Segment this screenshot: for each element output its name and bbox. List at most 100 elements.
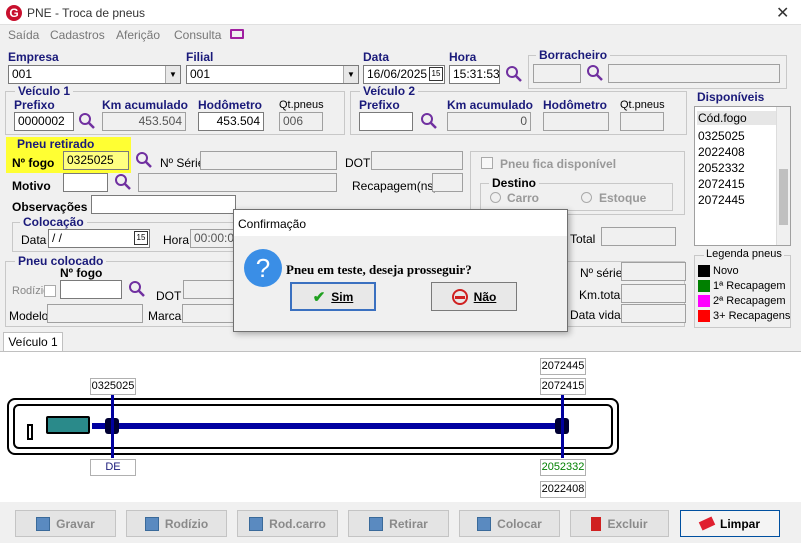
- v1-km-label: Km acumulado: [102, 98, 189, 112]
- v1-prefixo-field[interactable]: 0000002: [14, 112, 74, 131]
- hora-label: Hora: [449, 50, 477, 64]
- search-icon[interactable]: [505, 65, 523, 83]
- estoque-radio[interactable]: [581, 192, 592, 203]
- colocacao-hora-label: Hora: [163, 233, 190, 247]
- menu-saida[interactable]: Saída: [8, 28, 39, 42]
- veiculo2-title: Veículo 2: [360, 84, 419, 98]
- excluir-button[interactable]: Excluir: [570, 510, 669, 537]
- hora-field[interactable]: 15:31:53: [449, 65, 500, 84]
- legend-label: 2ª Recapagem: [713, 295, 786, 307]
- hora-value: 15:31:53: [453, 67, 500, 81]
- calendar-icon[interactable]: 15: [429, 67, 443, 81]
- search-icon[interactable]: [135, 151, 153, 169]
- v2-prefixo-field[interactable]: [359, 112, 413, 131]
- chevron-down-icon: ▼: [343, 66, 358, 83]
- list-item[interactable]: 2072445: [698, 193, 745, 207]
- save-icon: [249, 516, 264, 531]
- motivo-field[interactable]: [63, 173, 108, 192]
- search-icon[interactable]: [78, 112, 96, 130]
- empresa-select[interactable]: 001 ▼: [8, 65, 181, 84]
- legend-label: Novo: [713, 265, 739, 277]
- tire-position-label[interactable]: DE: [90, 459, 136, 476]
- marca-field: [182, 304, 235, 323]
- scrollbar-thumb[interactable]: [779, 169, 788, 225]
- legend-label: 1ª Recapagem: [713, 280, 786, 292]
- monitor-icon[interactable]: [230, 29, 244, 39]
- list-item[interactable]: 2072415: [698, 177, 745, 191]
- save-icon: [144, 516, 159, 531]
- dialog-message: Pneu em teste, deseja prosseguir?: [286, 262, 472, 277]
- rodizio-button[interactable]: Rodízio: [126, 510, 227, 537]
- tab-veiculo1[interactable]: Veículo 1: [3, 332, 63, 352]
- rodcarro-button[interactable]: Rod.carro: [237, 510, 338, 537]
- observacoes-field[interactable]: [91, 195, 236, 214]
- v1-km-field: 453.504: [102, 112, 186, 131]
- legend-swatch-3recap: [698, 310, 710, 322]
- tire-position-label[interactable]: 2022408: [540, 481, 586, 498]
- list-item[interactable]: 0325025: [698, 129, 745, 143]
- list-item[interactable]: 2022408: [698, 145, 745, 159]
- legend-swatch-2recap: [698, 295, 710, 307]
- menu-consulta[interactable]: Consulta: [174, 28, 221, 42]
- calendar-icon[interactable]: 15: [134, 231, 148, 245]
- v1-hodometro-label: Hodômetro: [198, 98, 262, 112]
- list-scrollbar[interactable]: [776, 107, 790, 245]
- menu-afericao[interactable]: Aferição: [116, 28, 160, 42]
- v1-km-value: 453.504: [138, 114, 182, 128]
- title-bar: G PNE - Troca de pneus ✕: [0, 0, 801, 25]
- tire-position-label[interactable]: 2072445: [540, 358, 586, 375]
- destino-title: Destino: [489, 176, 540, 190]
- nfogo-field[interactable]: 0325025: [63, 151, 129, 170]
- borracheiro-code-field[interactable]: [533, 64, 581, 83]
- modelo-field: [47, 304, 143, 323]
- v2-km-label: Km acumulado: [447, 98, 534, 112]
- search-icon[interactable]: [114, 173, 132, 191]
- sim-button[interactable]: ✔ Sim: [290, 282, 376, 311]
- search-icon[interactable]: [128, 280, 146, 298]
- rodizio-label: Rodízio: [164, 516, 209, 531]
- borracheiro-name-field[interactable]: [608, 64, 780, 83]
- list-item[interactable]: 2052332: [698, 161, 745, 175]
- pc-nfogo-field[interactable]: [60, 280, 122, 299]
- disponiveis-title: Disponíveis: [697, 90, 765, 104]
- search-icon[interactable]: [586, 64, 604, 82]
- v1-prefixo-label: Prefixo: [14, 98, 55, 112]
- kmtotal-label: Km.total: [579, 288, 624, 302]
- veiculo1-title: Veículo 1: [15, 84, 74, 98]
- pc-nserie-field: [621, 262, 686, 281]
- menu-cadastros[interactable]: Cadastros: [50, 28, 105, 42]
- carro-radio[interactable]: [490, 192, 501, 203]
- window-title: PNE - Troca de pneus: [27, 6, 146, 20]
- tire-position-label[interactable]: 2052332: [540, 459, 586, 476]
- gravar-button[interactable]: Gravar: [15, 510, 116, 537]
- v1-hodometro-field[interactable]: 453.504: [198, 112, 264, 131]
- nao-button[interactable]: Não: [431, 282, 517, 311]
- data-field[interactable]: 16/06/2025 15: [363, 65, 445, 84]
- nserie-label: Nº Série: [160, 156, 205, 170]
- total-field: [601, 227, 676, 246]
- rodizio-checkbox[interactable]: [44, 285, 56, 297]
- disponiveis-list[interactable]: Cód.fogo 0325025 2022408 2052332 2072415…: [694, 106, 791, 246]
- pneu-disponivel-label: Pneu fica disponível: [500, 157, 617, 171]
- tire-position-label[interactable]: 2072415: [540, 378, 586, 395]
- check-icon: ✔: [312, 288, 326, 306]
- tire-position-label[interactable]: 0325025: [90, 378, 136, 395]
- app-logo-icon: G: [6, 5, 22, 21]
- retirar-button[interactable]: Retirar: [348, 510, 449, 537]
- v1-qtpneus-label: Qt.pneus: [279, 99, 324, 111]
- v2-hodometro-field: [543, 112, 609, 131]
- limpar-button[interactable]: Limpar: [680, 510, 780, 537]
- pneu-disponivel-checkbox[interactable]: [481, 157, 493, 169]
- legenda-title: Legenda pneus: [704, 248, 784, 260]
- rear-axle-vertical: [561, 394, 564, 458]
- filial-select[interactable]: 001 ▼: [186, 65, 359, 84]
- search-icon[interactable]: [420, 112, 438, 130]
- data-value: 16/06/2025: [367, 67, 428, 81]
- confirm-dialog: Confirmação ? Pneu em teste, deseja pros…: [233, 209, 568, 332]
- close-icon[interactable]: ✕: [776, 3, 789, 23]
- colocacao-data-field[interactable]: / / 15: [48, 229, 150, 248]
- colocar-button[interactable]: Colocar: [459, 510, 560, 537]
- retirar-label: Retirar: [389, 516, 428, 531]
- carro-label: Carro: [507, 191, 540, 205]
- v2-km-field: 0: [447, 112, 531, 131]
